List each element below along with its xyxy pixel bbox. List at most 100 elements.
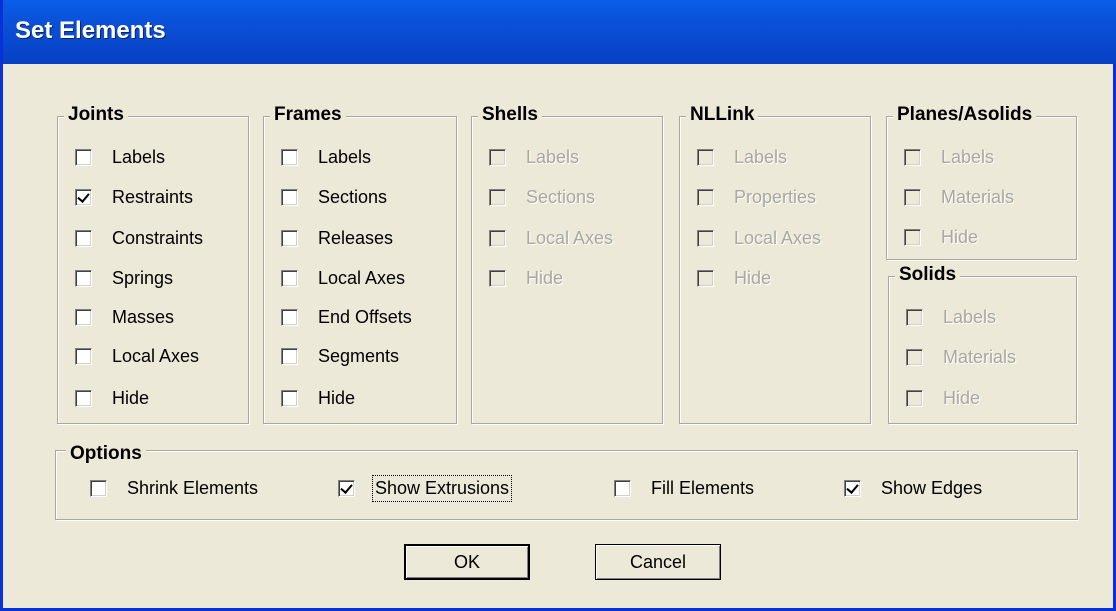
frames-sections-checkbox[interactable]	[281, 188, 298, 206]
planes-hide-checkbox	[904, 228, 921, 246]
joints-restraints-checkbox[interactable]	[75, 188, 92, 206]
frames-segments-checkbox[interactable]	[281, 347, 298, 365]
solids-hide-option: Hide	[906, 386, 980, 410]
shells-labels-label: Labels	[526, 146, 580, 167]
frames-local-axes-label: Local Axes	[318, 267, 406, 288]
shells-local-axes-label: Local Axes	[526, 227, 614, 248]
shells-labels-checkbox	[489, 148, 506, 166]
joints-springs-label: Springs	[112, 267, 174, 288]
joints-springs-checkbox[interactable]	[75, 269, 92, 287]
frames-labels-option[interactable]: Labels	[281, 145, 371, 169]
frames-hide-checkbox[interactable]	[281, 389, 298, 407]
joints-springs-option[interactable]: Springs	[75, 266, 173, 290]
show-edges-option[interactable]: Show Edges	[844, 478, 982, 499]
joints-labels-checkbox[interactable]	[75, 148, 92, 166]
joints-constraints-option[interactable]: Constraints	[75, 226, 203, 250]
fill-elements-label: Fill Elements	[651, 478, 755, 498]
joints-labels-option[interactable]: Labels	[75, 145, 165, 169]
planes-labels-checkbox	[904, 148, 921, 166]
solids-labels-label: Labels	[943, 306, 997, 327]
shells-sections-label: Sections	[526, 186, 596, 207]
nllink-hide-label: Hide	[734, 267, 772, 288]
shrink-elements-checkbox[interactable]	[90, 480, 107, 497]
solids-materials-label: Materials	[943, 346, 1017, 367]
frames-releases-checkbox[interactable]	[281, 229, 298, 247]
planes-materials-label: Materials	[941, 186, 1015, 207]
nllink-group: NLLink Labels Properties Local Axes Hide	[679, 104, 871, 424]
set-elements-dialog: Set Elements Joints Labels Restraints Co…	[0, 0, 1116, 611]
joints-masses-option[interactable]: Masses	[75, 305, 174, 329]
frames-end-offsets-checkbox[interactable]	[281, 308, 298, 326]
joints-hide-checkbox[interactable]	[75, 389, 92, 407]
nllink-local-axes-label: Local Axes	[734, 227, 822, 248]
frames-local-axes-checkbox[interactable]	[281, 269, 298, 287]
shrink-elements-option[interactable]: Shrink Elements	[90, 478, 258, 499]
frames-labels-checkbox[interactable]	[281, 148, 298, 166]
frames-labels-label: Labels	[318, 146, 372, 167]
frames-sections-option[interactable]: Sections	[281, 185, 387, 209]
frames-end-offsets-label: End Offsets	[318, 306, 412, 327]
nllink-properties-option: Properties	[697, 185, 816, 209]
ok-button[interactable]: OK	[404, 544, 530, 580]
show-edges-checkbox[interactable]	[844, 480, 861, 497]
planes-labels-label: Labels	[941, 146, 995, 167]
frames-hide-label: Hide	[318, 387, 356, 408]
nllink-labels-option: Labels	[697, 145, 787, 169]
joints-local-axes-checkbox[interactable]	[75, 347, 92, 365]
nllink-group-title: NLLink	[686, 104, 759, 126]
planes-hide-label: Hide	[941, 226, 979, 247]
nllink-hide-option: Hide	[697, 266, 771, 290]
frames-hide-option[interactable]: Hide	[281, 386, 355, 410]
nllink-hide-checkbox	[697, 269, 714, 287]
solids-materials-checkbox	[906, 348, 923, 366]
solids-hide-label: Hide	[943, 387, 981, 408]
joints-constraints-checkbox[interactable]	[75, 229, 92, 247]
title-bar[interactable]: Set Elements	[3, 0, 1116, 64]
solids-group: Solids Labels Materials Hide	[888, 264, 1077, 424]
joints-local-axes-option[interactable]: Local Axes	[75, 344, 199, 368]
frames-group-title: Frames	[270, 104, 346, 126]
dialog-body: Joints Labels Restraints Constraints Spr…	[9, 64, 1113, 605]
cancel-button[interactable]: Cancel	[595, 544, 721, 580]
shells-sections-option: Sections	[489, 185, 595, 209]
nllink-labels-label: Labels	[734, 146, 788, 167]
nllink-properties-label: Properties	[734, 186, 817, 207]
planes-labels-option: Labels	[904, 145, 994, 169]
fill-elements-option[interactable]: Fill Elements	[614, 478, 754, 499]
planes-materials-option: Materials	[904, 185, 1014, 209]
joints-masses-label: Masses	[112, 306, 175, 327]
joints-hide-option[interactable]: Hide	[75, 386, 149, 410]
joints-restraints-label: Restraints	[112, 186, 194, 207]
nllink-labels-checkbox	[697, 148, 714, 166]
window-title: Set Elements	[15, 17, 166, 44]
shells-local-axes-checkbox	[489, 229, 506, 247]
shells-group-title: Shells	[478, 104, 542, 126]
frames-segments-option[interactable]: Segments	[281, 344, 399, 368]
options-group-title: Options	[66, 443, 146, 465]
shells-sections-checkbox	[489, 188, 506, 206]
solids-group-title: Solids	[895, 264, 961, 286]
joints-masses-checkbox[interactable]	[75, 308, 92, 326]
show-extrusions-label: Show Extrusions	[371, 475, 513, 502]
show-edges-label: Show Edges	[881, 478, 983, 498]
frames-sections-label: Sections	[318, 186, 388, 207]
joints-restraints-option[interactable]: Restraints	[75, 185, 193, 209]
frames-releases-label: Releases	[318, 227, 394, 248]
shells-hide-option: Hide	[489, 266, 563, 290]
solids-hide-checkbox	[906, 389, 923, 407]
nllink-properties-checkbox	[697, 188, 714, 206]
nllink-local-axes-option: Local Axes	[697, 226, 821, 250]
show-extrusions-checkbox[interactable]	[338, 480, 355, 497]
shells-group: Shells Labels Sections Local Axes Hide	[471, 104, 663, 424]
planes-hide-option: Hide	[904, 225, 978, 249]
shells-hide-label: Hide	[526, 267, 564, 288]
frames-releases-option[interactable]: Releases	[281, 226, 393, 250]
shells-labels-option: Labels	[489, 145, 579, 169]
frames-end-offsets-option[interactable]: End Offsets	[281, 305, 412, 329]
show-extrusions-option[interactable]: Show Extrusions	[338, 475, 513, 502]
nllink-local-axes-checkbox	[697, 229, 714, 247]
joints-constraints-label: Constraints	[112, 227, 204, 248]
frames-local-axes-option[interactable]: Local Axes	[281, 266, 405, 290]
fill-elements-checkbox[interactable]	[614, 480, 631, 497]
solids-labels-option: Labels	[906, 305, 996, 329]
